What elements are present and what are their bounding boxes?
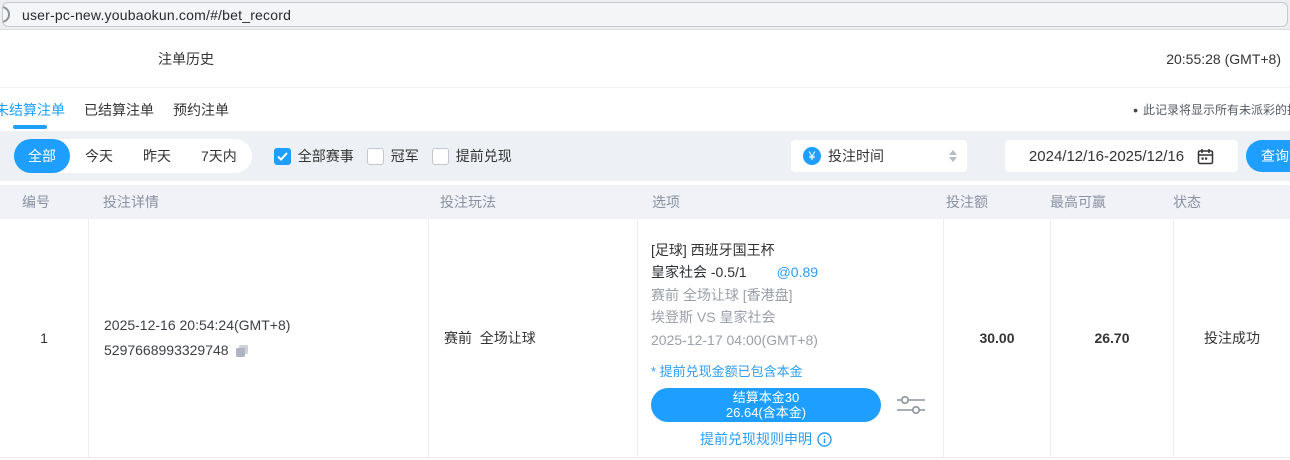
checkbox-all-events[interactable]: 全部赛事	[274, 146, 354, 166]
date-range-picker[interactable]: 2024/12/16-2025/12/16	[1005, 140, 1238, 172]
filter-range-7days[interactable]: 7天内	[186, 139, 252, 173]
checkbox-label: 提前兑现	[456, 146, 512, 166]
match-teams: 埃登斯 VS 皇家社会	[651, 306, 943, 328]
cashout-line2: 26.64(含本金)	[726, 405, 806, 420]
search-button[interactable]: 查询	[1246, 140, 1290, 172]
notice-text: • 此记录将显示所有未派彩的投	[1133, 101, 1290, 118]
filter-range-yesterday[interactable]: 昨天	[128, 139, 186, 173]
column-header-bet-details: 投注详情	[88, 192, 428, 212]
active-tab-underline	[13, 125, 47, 129]
league-name: [足球] 西班牙国王杯	[651, 239, 943, 261]
table-row: 1 2025-12-16 20:54:24(GMT+8) 52976689933…	[0, 219, 1290, 458]
rule-link-label: 提前兑现规则申明	[700, 429, 812, 449]
filter-bar: 全部 今天 昨天 7天内 全部赛事 冠军 提前兑现 ¥ 投注时间 2024/12…	[0, 131, 1290, 181]
page-title: 注单历史	[158, 49, 214, 69]
sort-arrows-icon	[949, 150, 957, 162]
cashout-rule-link[interactable]: 提前兑现规则申明	[651, 429, 881, 449]
tab-settled-bets[interactable]: 已结算注单	[84, 88, 154, 131]
filter-range-all[interactable]: 全部	[14, 139, 70, 173]
yuan-circle-icon: ¥	[803, 147, 821, 165]
checkbox-champion[interactable]: 冠军	[367, 146, 419, 166]
cashout-line1: 结算本金30	[733, 390, 799, 405]
browser-address-bar: user-pc-new.youbaokun.com/#/bet_record	[0, 0, 1290, 30]
server-time: 20:55:28 (GMT+8)	[1166, 51, 1281, 67]
cell-status: 投注成功	[1173, 219, 1290, 457]
column-header-no: 编号	[0, 192, 88, 212]
bet-record-page: user-pc-new.youbaokun.com/#/bet_record 注…	[0, 0, 1290, 460]
url-text: user-pc-new.youbaokun.com/#/bet_record	[22, 7, 291, 23]
bullet-icon: •	[1133, 102, 1138, 118]
match-time: 2025-12-17 04:00(GMT+8)	[651, 329, 943, 351]
cell-row-number: 1	[0, 219, 88, 457]
tab-label: 未结算注单	[0, 100, 65, 120]
tab-label: 已结算注单	[84, 100, 154, 120]
table-header-row: 编号 投注详情 投注玩法 选项 投注额 最高可赢 状态	[0, 185, 1290, 219]
column-header-max-win: 最高可赢	[1050, 192, 1173, 212]
cashout-note: * 提前兑现金额已包含本金	[651, 362, 943, 382]
tab-reserved-bets[interactable]: 预约注单	[173, 88, 229, 131]
page-header: 注单历史 20:55:28 (GMT+8)	[0, 30, 1290, 88]
date-quick-filter-group: 全部 今天 昨天 7天内	[14, 139, 252, 173]
column-header-option: 选项	[637, 192, 943, 212]
cashout-button[interactable]: 结算本金30 26.64(含本金)	[651, 388, 881, 422]
notice-label: 此记录将显示所有未派彩的投	[1143, 101, 1290, 118]
bet-time: 2025-12-16 20:54:24(GMT+8)	[104, 313, 428, 338]
tab-label: 预约注单	[173, 100, 229, 120]
date-range-value: 2024/12/16-2025/12/16	[1029, 148, 1184, 165]
cell-max-win: 26.70	[1050, 219, 1173, 457]
column-header-bet-type: 投注玩法	[428, 192, 637, 212]
sort-field-label: 投注时间	[828, 146, 884, 166]
tab-bar: 未结算注单 已结算注单 预约注单 • 此记录将显示所有未派彩的投	[0, 88, 1290, 131]
column-header-bet-amount: 投注额	[943, 192, 1050, 212]
odds-value: @0.89	[777, 264, 818, 280]
pick-selection: 皇家社会 -0.5/1	[651, 264, 747, 280]
checkbox-label: 冠军	[391, 146, 419, 166]
cashout-slider-icon[interactable]	[897, 394, 925, 416]
address-input[interactable]: user-pc-new.youbaokun.com/#/bet_record	[2, 2, 1288, 27]
unchecked-checkbox-icon	[367, 148, 384, 165]
bet-id: 5297668993329748	[104, 338, 229, 363]
cell-bet-amount: 30.00	[943, 219, 1050, 457]
checkbox-label: 全部赛事	[298, 146, 354, 166]
market-info: 赛前 全场让球 [香港盘]	[651, 284, 943, 306]
info-icon	[817, 432, 832, 447]
tab-unsettled-bets[interactable]: 未结算注单	[0, 88, 65, 131]
cell-option: [足球] 西班牙国王杯 皇家社会 -0.5/1 @0.89 赛前 全场让球 [香…	[637, 219, 943, 457]
cell-bet-details: 2025-12-16 20:54:24(GMT+8) 5297668993329…	[88, 219, 428, 457]
site-circle-icon	[2, 6, 10, 23]
calendar-icon	[1197, 148, 1214, 165]
filter-range-today[interactable]: 今天	[70, 139, 128, 173]
cell-bet-type: 赛前 全场让球	[428, 219, 637, 457]
unchecked-checkbox-icon	[432, 148, 449, 165]
checked-checkbox-icon	[274, 148, 291, 165]
column-header-status: 状态	[1173, 192, 1290, 212]
checkbox-cashout[interactable]: 提前兑现	[432, 146, 512, 166]
copy-icon[interactable]	[235, 344, 249, 358]
sort-field-dropdown[interactable]: ¥ 投注时间	[791, 140, 967, 172]
